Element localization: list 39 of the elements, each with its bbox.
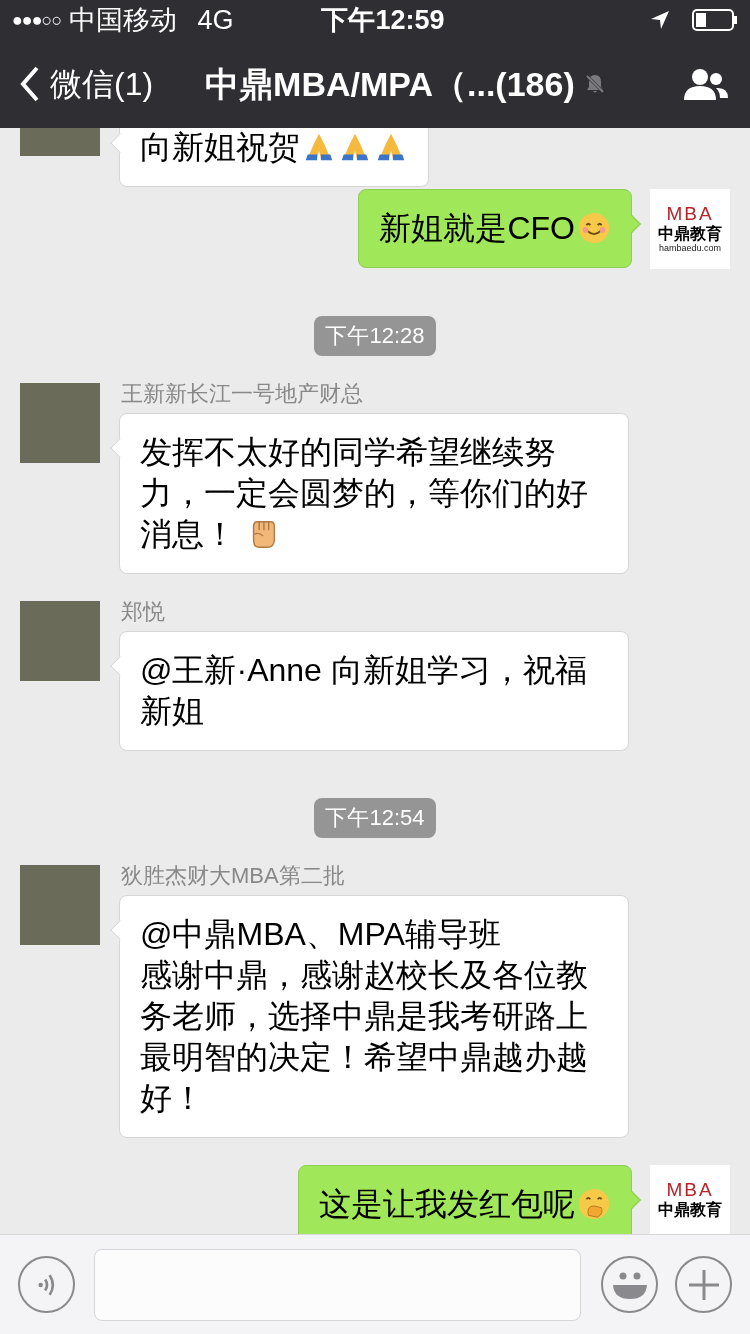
timestamp: 下午12:28: [314, 316, 436, 356]
avatar-photo-placeholder[interactable]: [20, 383, 100, 463]
signal-dots: ●●●○○: [12, 8, 62, 32]
status-time: 下午12:59: [321, 3, 445, 37]
message-bubble: @中鼎MBA、MPA辅导班 感谢中鼎，感谢赵校长及各位教务老师，选择中鼎是我考研路上最明智的决定！希望中鼎越办越好！: [119, 895, 629, 1138]
logo-mark: MBA: [666, 204, 714, 224]
message-input-field[interactable]: [94, 1248, 581, 1321]
hand-over-mouth-face-icon: [577, 1187, 611, 1221]
message-bubble: @王新·Anne 向新姐学习，祝福新姐: [119, 631, 629, 751]
logo-avatar[interactable]: MBA 中鼎教育 hambaedu.com: [650, 189, 730, 269]
message-bubble: 新姐就是CFO: [358, 189, 632, 268]
carrier-name: 中国移动: [69, 3, 178, 37]
logo-name: 中鼎教育: [658, 224, 722, 243]
voice-button[interactable]: [18, 1256, 75, 1313]
avatar-photo-placeholder[interactable]: [20, 601, 100, 681]
message-bubble: 这是让我发红包呢: [298, 1165, 632, 1234]
plus-icon: [688, 1269, 719, 1300]
avatar-photo-placeholder[interactable]: [20, 865, 100, 945]
message-bubble: 发挥不太好的同学希望继续努力，一定会圆梦的，等你们的好消息！: [119, 413, 629, 574]
logo-name: 中鼎教育: [658, 1200, 722, 1219]
message-bubble: 向新姐祝贺: [119, 128, 429, 187]
location-arrow-icon: [650, 10, 670, 30]
timestamp: 下午12:54: [314, 798, 436, 838]
sender-name: 王新新长江一号地产财总: [121, 381, 363, 408]
group-members-icon[interactable]: [682, 66, 730, 102]
sender-name: 狄胜杰财大MBA第二批: [121, 863, 345, 890]
smiling-face-icon: [577, 211, 611, 245]
chevron-left-icon: [20, 66, 40, 102]
mention-link[interactable]: @中鼎MBA、MPA辅导班: [140, 914, 608, 955]
plus-button[interactable]: [675, 1256, 732, 1313]
logo-avatar[interactable]: MBA 中鼎教育: [650, 1165, 730, 1234]
battery-icon: [692, 9, 738, 31]
logo-url: hambaedu.com: [658, 243, 721, 254]
back-button[interactable]: 微信(1): [20, 60, 154, 108]
chat-title: 中鼎MBA/MPA（...(186): [205, 63, 575, 105]
emoji-button[interactable]: [601, 1256, 658, 1313]
logo-mark: MBA: [666, 1180, 714, 1200]
network-type: 4G: [197, 3, 234, 37]
sender-name: 郑悦: [121, 599, 165, 626]
